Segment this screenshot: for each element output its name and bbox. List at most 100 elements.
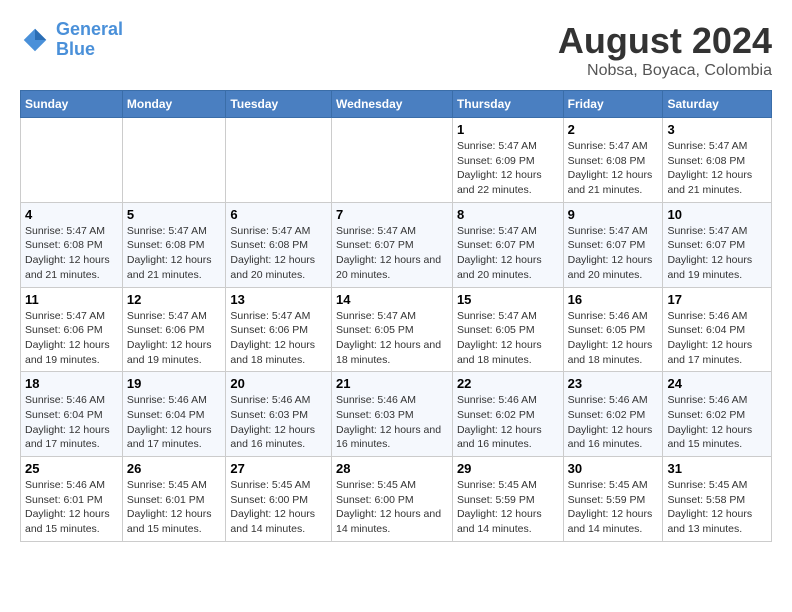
day-info: Sunrise: 5:47 AM Sunset: 6:05 PM Dayligh… <box>457 309 559 368</box>
calendar-day-4: 4 Sunrise: 5:47 AM Sunset: 6:08 PM Daylig… <box>21 202 123 287</box>
day-number: 6 <box>230 207 327 222</box>
calendar-day-12: 12 Sunrise: 5:47 AM Sunset: 6:06 PM Dayli… <box>122 287 226 372</box>
day-info: Sunrise: 5:47 AM Sunset: 6:07 PM Dayligh… <box>568 224 659 283</box>
day-number: 16 <box>568 292 659 307</box>
calendar-day-30: 30Sunrise: 5:45 AM Sunset: 5:59 PM Dayli… <box>563 457 663 542</box>
weekday-header-monday: Monday <box>122 91 226 118</box>
calendar-day-23: 23 Sunrise: 5:46 AM Sunset: 6:02 PM Dayli… <box>563 372 663 457</box>
logo-blue: Blue <box>56 39 95 59</box>
logo-text: General Blue <box>56 20 123 60</box>
weekday-header-wednesday: Wednesday <box>331 91 452 118</box>
day-number: 7 <box>336 207 448 222</box>
day-info: Sunrise: 5:47 AM Sunset: 6:08 PM Dayligh… <box>25 224 118 283</box>
calendar-day-3: 3 Sunrise: 5:47 AM Sunset: 6:08 PM Daylig… <box>663 118 772 203</box>
day-number: 18 <box>25 376 118 391</box>
calendar-header: SundayMondayTuesdayWednesdayThursdayFrid… <box>21 91 772 118</box>
day-number: 22 <box>457 376 559 391</box>
day-number: 29 <box>457 461 559 476</box>
calendar-body: 1 Sunrise: 5:47 AM Sunset: 6:09 PM Daylig… <box>21 118 772 542</box>
day-info: Sunrise: 5:47 AM Sunset: 6:06 PM Dayligh… <box>230 309 327 368</box>
calendar-day-16: 16 Sunrise: 5:46 AM Sunset: 6:05 PM Dayli… <box>563 287 663 372</box>
calendar-empty <box>226 118 332 203</box>
day-info: Sunrise: 5:45 AM Sunset: 6:00 PM Dayligh… <box>336 478 448 537</box>
day-number: 5 <box>127 207 222 222</box>
weekday-header-saturday: Saturday <box>663 91 772 118</box>
calendar-day-1: 1 Sunrise: 5:47 AM Sunset: 6:09 PM Daylig… <box>452 118 563 203</box>
day-number: 25 <box>25 461 118 476</box>
calendar-day-11: 11 Sunrise: 5:47 AM Sunset: 6:06 PM Dayli… <box>21 287 123 372</box>
day-info: Sunrise: 5:47 AM Sunset: 6:08 PM Dayligh… <box>127 224 222 283</box>
day-number: 10 <box>667 207 767 222</box>
day-info: Sunrise: 5:46 AM Sunset: 6:05 PM Dayligh… <box>568 309 659 368</box>
day-info: Sunrise: 5:47 AM Sunset: 6:06 PM Dayligh… <box>127 309 222 368</box>
day-number: 30 <box>568 461 659 476</box>
day-info: Sunrise: 5:47 AM Sunset: 6:08 PM Dayligh… <box>667 139 767 198</box>
day-info: Sunrise: 5:46 AM Sunset: 6:02 PM Dayligh… <box>568 393 659 452</box>
day-info: Sunrise: 5:45 AM Sunset: 6:00 PM Dayligh… <box>230 478 327 537</box>
calendar-day-21: 21 Sunrise: 5:46 AM Sunset: 6:03 PM Dayli… <box>331 372 452 457</box>
day-number: 14 <box>336 292 448 307</box>
calendar-day-9: 9Sunrise: 5:47 AM Sunset: 6:07 PM Daylig… <box>563 202 663 287</box>
logo: General Blue <box>20 20 123 60</box>
calendar-day-7: 7 Sunrise: 5:47 AM Sunset: 6:07 PM Daylig… <box>331 202 452 287</box>
day-info: Sunrise: 5:46 AM Sunset: 6:03 PM Dayligh… <box>336 393 448 452</box>
logo-general: General <box>56 19 123 39</box>
day-number: 21 <box>336 376 448 391</box>
day-number: 28 <box>336 461 448 476</box>
day-info: Sunrise: 5:47 AM Sunset: 6:07 PM Dayligh… <box>667 224 767 283</box>
day-number: 2 <box>568 122 659 137</box>
day-number: 12 <box>127 292 222 307</box>
day-info: Sunrise: 5:46 AM Sunset: 6:04 PM Dayligh… <box>667 309 767 368</box>
day-info: Sunrise: 5:46 AM Sunset: 6:02 PM Dayligh… <box>457 393 559 452</box>
day-number: 27 <box>230 461 327 476</box>
calendar-day-8: 8 Sunrise: 5:47 AM Sunset: 6:07 PM Daylig… <box>452 202 563 287</box>
calendar-day-26: 26Sunrise: 5:45 AM Sunset: 6:01 PM Dayli… <box>122 457 226 542</box>
page-header: General Blue August 2024 Nobsa, Boyaca, … <box>20 20 772 80</box>
calendar-day-25: 25Sunrise: 5:46 AM Sunset: 6:01 PM Dayli… <box>21 457 123 542</box>
calendar-day-22: 22 Sunrise: 5:46 AM Sunset: 6:02 PM Dayli… <box>452 372 563 457</box>
day-number: 4 <box>25 207 118 222</box>
calendar-day-18: 18 Sunrise: 5:46 AM Sunset: 6:04 PM Dayli… <box>21 372 123 457</box>
day-info: Sunrise: 5:47 AM Sunset: 6:05 PM Dayligh… <box>336 309 448 368</box>
day-info: Sunrise: 5:47 AM Sunset: 6:08 PM Dayligh… <box>230 224 327 283</box>
calendar-table: SundayMondayTuesdayWednesdayThursdayFrid… <box>20 90 772 542</box>
day-number: 20 <box>230 376 327 391</box>
day-info: Sunrise: 5:46 AM Sunset: 6:04 PM Dayligh… <box>25 393 118 452</box>
day-info: Sunrise: 5:47 AM Sunset: 6:08 PM Dayligh… <box>568 139 659 198</box>
logo-icon <box>20 25 50 55</box>
day-number: 19 <box>127 376 222 391</box>
day-info: Sunrise: 5:47 AM Sunset: 6:07 PM Dayligh… <box>457 224 559 283</box>
calendar-day-29: 29Sunrise: 5:45 AM Sunset: 5:59 PM Dayli… <box>452 457 563 542</box>
day-info: Sunrise: 5:47 AM Sunset: 6:09 PM Dayligh… <box>457 139 559 198</box>
day-number: 11 <box>25 292 118 307</box>
calendar-week-4: 18 Sunrise: 5:46 AM Sunset: 6:04 PM Dayli… <box>21 372 772 457</box>
calendar-week-3: 11 Sunrise: 5:47 AM Sunset: 6:06 PM Dayli… <box>21 287 772 372</box>
page-subtitle: Nobsa, Boyaca, Colombia <box>558 62 772 80</box>
day-number: 15 <box>457 292 559 307</box>
day-info: Sunrise: 5:47 AM Sunset: 6:07 PM Dayligh… <box>336 224 448 283</box>
weekday-header-tuesday: Tuesday <box>226 91 332 118</box>
calendar-week-5: 25Sunrise: 5:46 AM Sunset: 6:01 PM Dayli… <box>21 457 772 542</box>
day-info: Sunrise: 5:45 AM Sunset: 5:58 PM Dayligh… <box>667 478 767 537</box>
calendar-day-10: 10 Sunrise: 5:47 AM Sunset: 6:07 PM Dayli… <box>663 202 772 287</box>
day-info: Sunrise: 5:47 AM Sunset: 6:06 PM Dayligh… <box>25 309 118 368</box>
day-number: 24 <box>667 376 767 391</box>
weekday-header-friday: Friday <box>563 91 663 118</box>
calendar-week-1: 1 Sunrise: 5:47 AM Sunset: 6:09 PM Daylig… <box>21 118 772 203</box>
calendar-day-2: 2 Sunrise: 5:47 AM Sunset: 6:08 PM Daylig… <box>563 118 663 203</box>
weekday-header-thursday: Thursday <box>452 91 563 118</box>
calendar-day-14: 14 Sunrise: 5:47 AM Sunset: 6:05 PM Dayli… <box>331 287 452 372</box>
calendar-day-15: 15 Sunrise: 5:47 AM Sunset: 6:05 PM Dayli… <box>452 287 563 372</box>
title-block: August 2024 Nobsa, Boyaca, Colombia <box>558 20 772 80</box>
calendar-day-17: 17Sunrise: 5:46 AM Sunset: 6:04 PM Dayli… <box>663 287 772 372</box>
day-info: Sunrise: 5:46 AM Sunset: 6:02 PM Dayligh… <box>667 393 767 452</box>
calendar-week-2: 4 Sunrise: 5:47 AM Sunset: 6:08 PM Daylig… <box>21 202 772 287</box>
calendar-day-13: 13Sunrise: 5:47 AM Sunset: 6:06 PM Dayli… <box>226 287 332 372</box>
day-number: 3 <box>667 122 767 137</box>
calendar-day-27: 27 Sunrise: 5:45 AM Sunset: 6:00 PM Dayli… <box>226 457 332 542</box>
calendar-empty <box>122 118 226 203</box>
calendar-day-6: 6 Sunrise: 5:47 AM Sunset: 6:08 PM Daylig… <box>226 202 332 287</box>
day-number: 1 <box>457 122 559 137</box>
day-number: 23 <box>568 376 659 391</box>
day-number: 8 <box>457 207 559 222</box>
